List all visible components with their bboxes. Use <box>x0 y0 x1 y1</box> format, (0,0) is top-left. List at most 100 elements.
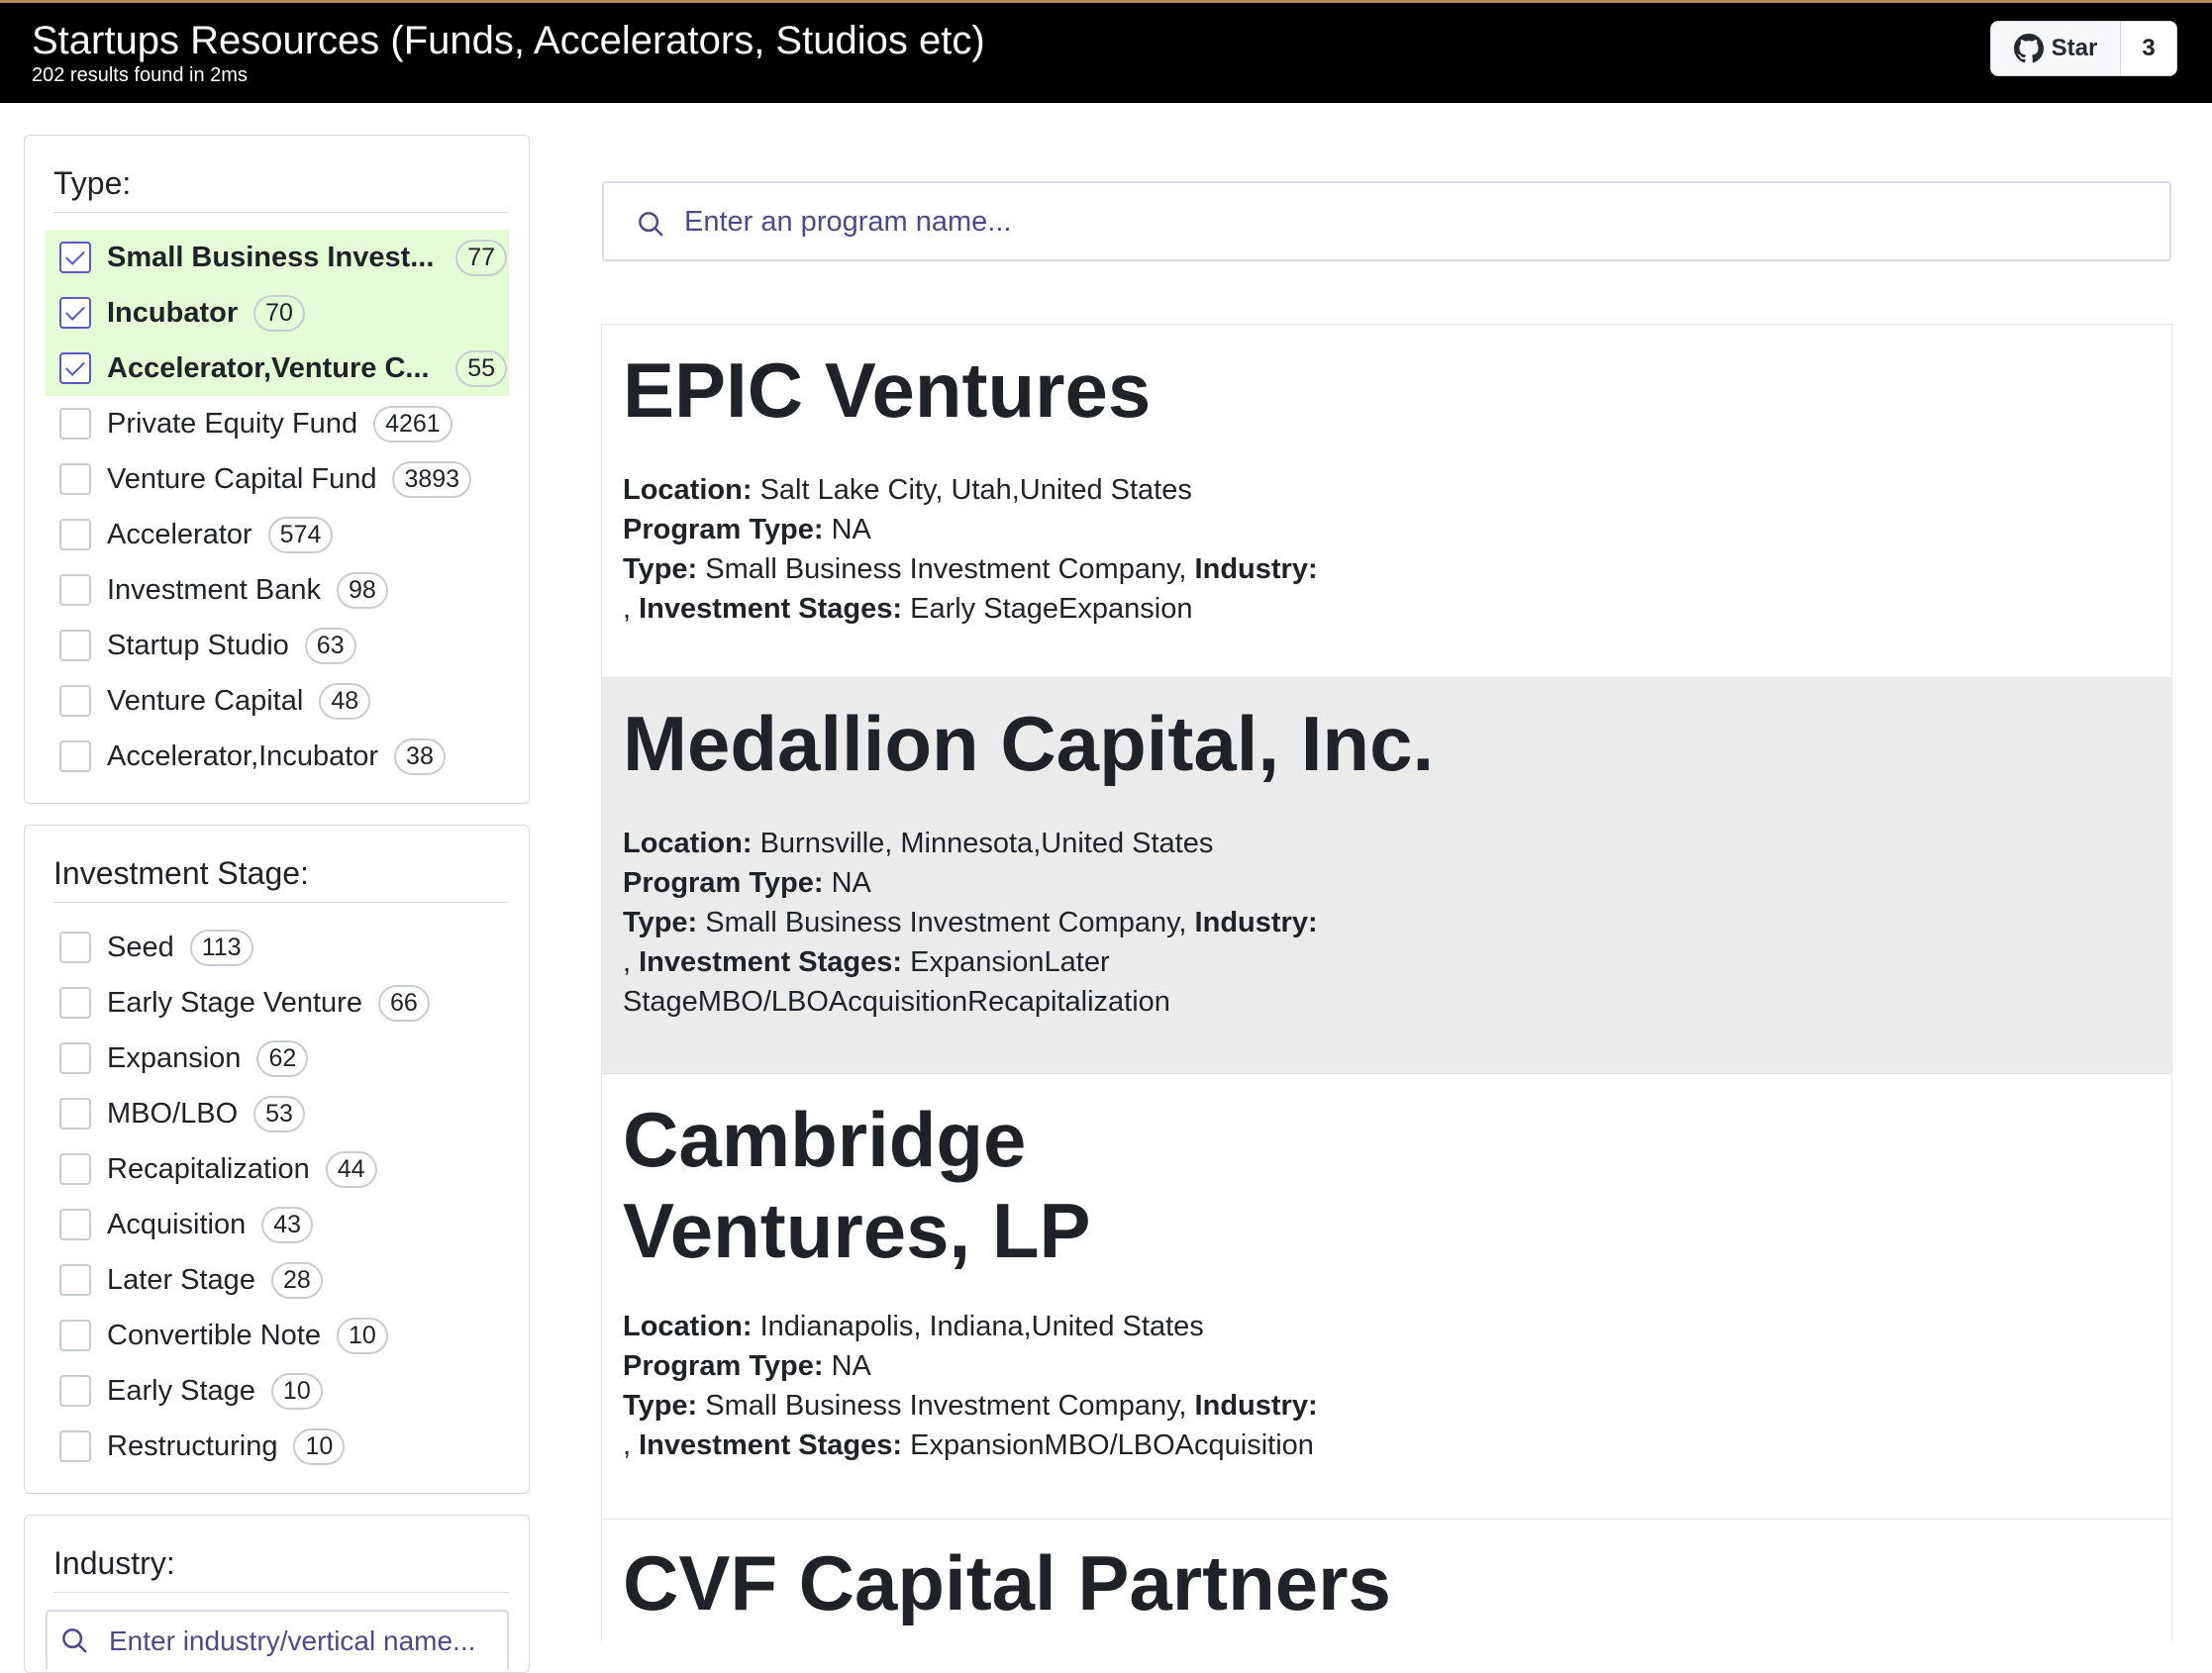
count-badge: 113 <box>189 929 253 966</box>
type-option[interactable]: Accelerator,Venture C... 55 <box>46 341 509 396</box>
count-badge: 98 <box>337 571 388 609</box>
checkbox[interactable] <box>59 1430 91 1462</box>
stage-option[interactable]: Convertible Note 10 <box>46 1308 509 1363</box>
type-option[interactable]: Venture Capital Fund 3893 <box>46 451 509 507</box>
option-label: MBO/LBO <box>107 1097 239 1130</box>
stage-option[interactable]: Early Stage Venture 66 <box>46 975 509 1031</box>
checkbox[interactable] <box>59 932 91 963</box>
type-option[interactable]: Venture Capital 48 <box>46 673 509 729</box>
stages-label: Investment Stages: <box>639 593 903 625</box>
github-star[interactable]: Star <box>1991 22 2121 75</box>
program-type-label: Program Type: <box>623 514 824 545</box>
checkbox[interactable] <box>59 1209 91 1240</box>
type-option[interactable]: Incubator 70 <box>46 285 509 341</box>
count-badge: 574 <box>267 516 334 553</box>
stages-value: Early StageExpansion <box>910 593 1193 625</box>
type-filter-title: Type: <box>53 165 509 213</box>
count-badge: 53 <box>253 1095 305 1132</box>
checkbox[interactable] <box>59 1320 91 1351</box>
stage-filter-panel: Investment Stage: Seed 113 Early Stage V… <box>24 825 530 1494</box>
results-list: EPIC Ventures Location: Salt Lake City, … <box>601 324 2172 1641</box>
result-card[interactable]: Medallion Capital, Inc. Location: Burnsv… <box>602 678 2171 1074</box>
result-title[interactable]: CVF Capital Partners <box>623 1537 1613 1628</box>
industry-search-input[interactable]: Enter industry/vertical name... <box>46 1610 509 1669</box>
checkbox-checked[interactable] <box>59 242 91 273</box>
option-label: Startup Studio <box>107 629 289 661</box>
type-option[interactable]: Investment Bank 98 <box>46 562 509 618</box>
location-label: Location: <box>623 1311 753 1342</box>
option-label: Venture Capital Fund <box>107 462 377 495</box>
stage-option[interactable]: Acquisition 43 <box>46 1197 509 1252</box>
option-label: Seed <box>107 931 174 963</box>
count-badge: 44 <box>325 1150 377 1188</box>
stage-option[interactable]: Later Stage 28 <box>46 1252 509 1308</box>
result-card[interactable]: EPIC Ventures Location: Salt Lake City, … <box>602 325 2171 678</box>
type-value: Small Business Investment Company, <box>705 907 1187 938</box>
type-option[interactable]: Accelerator,Incubator 38 <box>46 729 509 784</box>
checkbox[interactable] <box>59 1264 91 1296</box>
stage-filter-title: Investment Stage: <box>53 855 509 903</box>
count-badge: 55 <box>455 349 507 387</box>
count-badge: 3893 <box>392 460 472 498</box>
checkbox[interactable] <box>59 987 91 1019</box>
checkbox[interactable] <box>59 740 91 772</box>
type-option[interactable]: Private Equity Fund 4261 <box>46 396 509 451</box>
checkbox[interactable] <box>59 630 91 661</box>
stage-option[interactable]: Early Stage 10 <box>46 1363 509 1419</box>
checkbox[interactable] <box>59 1375 91 1407</box>
checkbox-checked[interactable] <box>59 352 91 384</box>
checkbox[interactable] <box>59 574 91 606</box>
option-label: Venture Capital <box>107 684 304 717</box>
result-details: Location: Salt Lake City, Utah,United St… <box>623 474 1318 625</box>
option-label: Early Stage Venture <box>107 986 362 1019</box>
type-option[interactable]: Accelerator 574 <box>46 507 509 562</box>
checkbox[interactable] <box>59 1098 91 1130</box>
program-type-value: NA <box>831 514 871 545</box>
github-star-label: Star <box>2051 35 2098 61</box>
checkbox[interactable] <box>59 1153 91 1185</box>
checkbox[interactable] <box>59 463 91 495</box>
result-card[interactable]: CVF Capital Partners <box>602 1520 2171 1641</box>
option-label: Accelerator,Incubator <box>107 739 379 772</box>
stage-option[interactable]: MBO/LBO 53 <box>46 1086 509 1141</box>
industry-search-placeholder: Enter industry/vertical name... <box>109 1625 476 1656</box>
type-value: Small Business Investment Company, <box>705 1390 1187 1422</box>
result-title[interactable]: Medallion Capital, Inc. <box>623 698 1514 789</box>
option-label: Investment Bank <box>107 573 321 606</box>
count-badge: 63 <box>304 627 356 664</box>
count-badge: 10 <box>293 1427 346 1465</box>
program-type-value: NA <box>831 1350 871 1382</box>
result-title[interactable]: EPIC Ventures <box>623 344 1375 436</box>
checkbox[interactable] <box>59 1042 91 1074</box>
github-star-count[interactable]: 3 <box>2121 22 2176 75</box>
result-card[interactable]: Cambridge Ventures, LP Location: Indiana… <box>602 1074 2171 1520</box>
type-label: Type: <box>623 1390 698 1422</box>
type-label: Type: <box>623 907 698 938</box>
stage-option[interactable]: Restructuring 10 <box>46 1419 509 1474</box>
result-details: Location: Burnsville, Minnesota,United S… <box>623 828 1318 1018</box>
program-search-input[interactable]: Enter an program name... <box>602 181 2171 261</box>
result-title[interactable]: Cambridge Ventures, LP <box>623 1094 1375 1276</box>
checkbox[interactable] <box>59 408 91 440</box>
type-label: Type: <box>623 553 698 585</box>
industry-filter-panel: Industry: Enter industry/vertical name..… <box>24 1515 530 1673</box>
type-option[interactable]: Small Business Invest... 77 <box>46 230 509 285</box>
stage-option[interactable]: Expansion 62 <box>46 1031 509 1086</box>
count-badge: 48 <box>319 682 371 720</box>
count-badge: 77 <box>455 239 507 276</box>
count-badge: 62 <box>256 1039 309 1077</box>
github-star-button[interactable]: Star 3 <box>1990 21 2177 76</box>
type-option[interactable]: Startup Studio 63 <box>46 618 509 673</box>
checkbox-checked[interactable] <box>59 297 91 329</box>
top-bar: Startups Resources (Funds, Accelerators,… <box>0 0 2212 103</box>
location-value: Burnsville, Minnesota,United States <box>759 828 1214 859</box>
checkbox[interactable] <box>59 685 91 717</box>
checkbox[interactable] <box>59 519 91 550</box>
option-label: Private Equity Fund <box>107 407 358 440</box>
stage-option[interactable]: Seed 113 <box>46 920 509 975</box>
stages-label: Investment Stages: <box>639 946 903 978</box>
stage-option[interactable]: Recapitalization 44 <box>46 1141 509 1197</box>
github-icon <box>2013 34 2044 63</box>
count-badge: 10 <box>337 1317 388 1354</box>
count-badge: 10 <box>270 1372 323 1410</box>
